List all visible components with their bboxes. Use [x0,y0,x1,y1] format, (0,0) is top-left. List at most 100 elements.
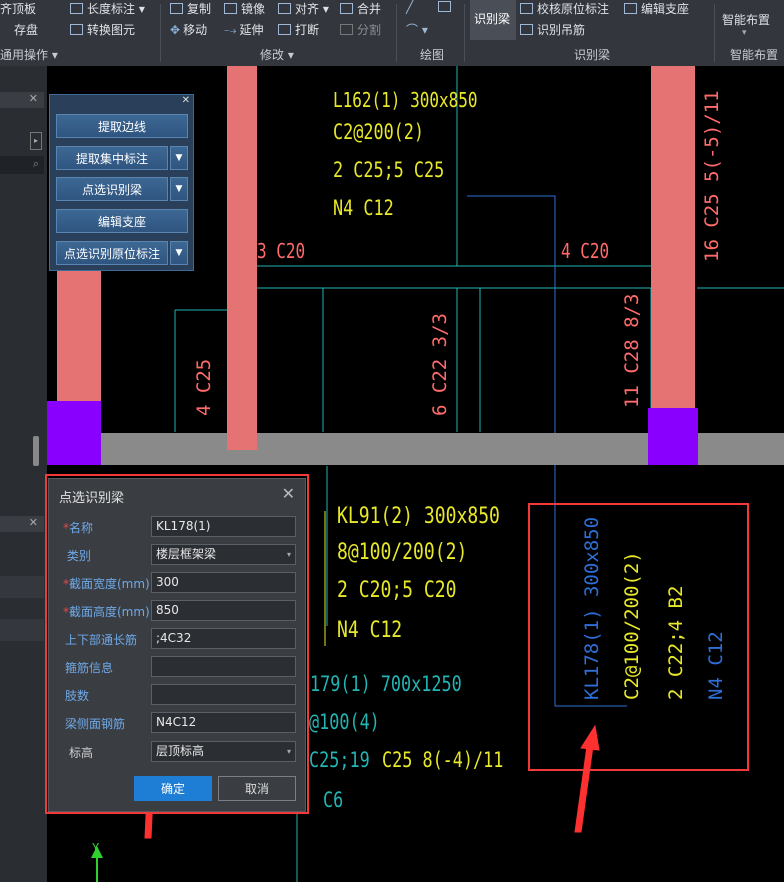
beam-recognition-panel: ✕ 提取边线 提取集中标注 ▼ 点选识别梁 ▼ 编辑支座 点选识别原位标注 ▼ [49,94,194,271]
expand-arrow-icon[interactable]: ▸ [30,132,42,150]
extend-icon: ⤍ [224,23,237,37]
split-button[interactable]: 分割 [340,21,381,38]
extract-mark-button[interactable]: 提取集中标注 [56,146,168,170]
cad-text: 16 C25 5(-5)/11 [701,90,723,262]
move-label: 移动 [183,23,208,37]
smart-layout-button[interactable]: 智能布置 [722,11,770,28]
merge-button[interactable]: 合并 [340,0,381,17]
edit-support-icon [624,3,637,14]
break-icon [278,24,291,35]
left-panel-row[interactable] [0,576,44,598]
extract-edge-button[interactable]: 提取边线 [56,114,188,138]
move-icon: ✥ [170,23,181,37]
chevron-down-icon[interactable]: ▼ [170,177,188,201]
cad-text: L162(1) 300x850 [333,88,478,112]
cad-text: 6 C22 3/3 [429,313,451,416]
top-slab-button[interactable]: 齐顶板 [0,0,36,17]
search-icon: ⌕ [32,157,39,170]
cad-text: 4 C25 [193,358,215,416]
cad-text: 8@100/200(2) [337,540,468,565]
separator [714,4,715,62]
recognize-hanger-button[interactable]: 识别吊筋 [520,21,585,38]
left-panel-header-2: ✕ [0,516,44,532]
close-icon[interactable]: ✕ [29,92,38,105]
cad-text: N4 C12 [333,196,394,220]
group-common-ops-label: 通用操作 [0,48,49,62]
edit-support-button[interactable]: 编辑支座 [624,0,689,17]
group-modify: 修改 ▾ [260,48,294,62]
merge-icon [340,3,353,14]
cad-text: 11 C28 8/3 [621,293,643,408]
align-label: 对齐 [295,2,320,16]
edit-support-button[interactable]: 编辑支座 [56,209,188,233]
cad-text: 179(1) 700x1250 [310,672,462,696]
separator [160,4,161,62]
cad-text: @100(4) [309,710,380,734]
convert-icon [70,24,83,35]
move-button[interactable]: ✥ 移动 [170,21,207,38]
close-icon[interactable]: ✕ [182,95,190,106]
group-common-ops: 通用操作 ▾ [0,48,58,62]
recognize-beam-button[interactable]: 识别梁 [470,0,516,40]
recognize-beam-label: 识别梁 [474,12,511,26]
copy-icon [170,3,183,14]
scrollbar-thumb[interactable] [33,436,39,466]
cad-text: 3 C20 [257,239,306,263]
convert-label: 转换图元 [87,23,136,37]
group-modify-label: 修改 [260,48,285,62]
draw-arc-icon[interactable]: ⌒ ▾ [406,21,428,38]
align-button[interactable]: 对齐 ▾ [278,0,329,17]
mirror-icon [224,3,237,14]
chevron-down-icon[interactable]: ▼ [170,146,188,170]
length-mark-button[interactable]: 长度标注 ▾ [70,0,145,17]
recognize-hanger-label: 识别吊筋 [537,23,586,37]
hanger-icon [520,24,533,35]
draw-rect-icon[interactable] [438,0,455,14]
storage-button[interactable]: 存盘 [14,21,38,38]
ribbon-toolbar: 齐顶板 存盘 长度标注 ▾ 转换图元 复制 ✥ 移动 镜像 ⤍ 延伸 对齐 ▾ 打断… [0,0,784,66]
left-panel-header: ✕ [0,92,44,108]
edit-support-label: 编辑支座 [641,2,690,16]
axis-y-label: Y [92,841,100,855]
copy-button[interactable]: 复制 [170,0,211,17]
cad-text: N4 C12 [337,618,403,643]
cad-text: C6 [323,788,344,812]
split-label: 分割 [357,23,382,37]
left-dock-panel: ✕ ▸ ⌕ ✕ [0,66,47,882]
mirror-button[interactable]: 镜像 [224,0,265,17]
cad-text: 4 C20 [561,239,610,263]
pick-recognize-beam-button[interactable]: 点选识别梁 [56,177,168,201]
convert-button[interactable]: 转换图元 [70,21,135,38]
separator [396,4,397,62]
check-mark-label: 校核原位标注 [537,2,610,16]
left-panel-row[interactable] [0,619,44,641]
highlight-box [45,474,309,814]
left-search-box[interactable]: ⌕ [0,156,44,174]
length-mark-icon [70,3,83,14]
check-mark-icon [520,3,533,14]
chevron-down-icon: ▾ [742,28,747,38]
cad-text: C2@200(2) [333,120,425,144]
rect-icon [438,1,451,12]
cad-text: C25;19 [309,748,370,772]
split-icon [340,24,353,35]
break-button[interactable]: 打断 [278,21,319,38]
break-label: 打断 [295,23,320,37]
chevron-down-icon[interactable]: ▼ [170,241,188,265]
group-recognize-beam: 识别梁 [574,48,611,62]
draw-line-icon[interactable]: ╱ [406,0,413,14]
check-mark-button[interactable]: 校核原位标注 [520,0,609,17]
merge-label: 合并 [357,2,382,16]
cad-text: KL91(2) 300x850 [337,504,500,529]
highlight-box [528,503,749,771]
extend-button[interactable]: ⤍ 延伸 [224,21,264,38]
group-smart-layout: 智能布置 [730,48,779,62]
cad-text: C25 8(-4)/11 [382,748,504,772]
close-icon[interactable]: ✕ [29,516,38,529]
cad-text: 2 C25;5 C25 [333,158,445,182]
group-draw: 绘图 [420,48,445,62]
separator [464,4,465,62]
extend-label: 延伸 [239,23,264,37]
cad-text: 2 C20;5 C20 [337,578,457,603]
pick-recognize-mark-button[interactable]: 点选识别原位标注 [56,241,168,265]
